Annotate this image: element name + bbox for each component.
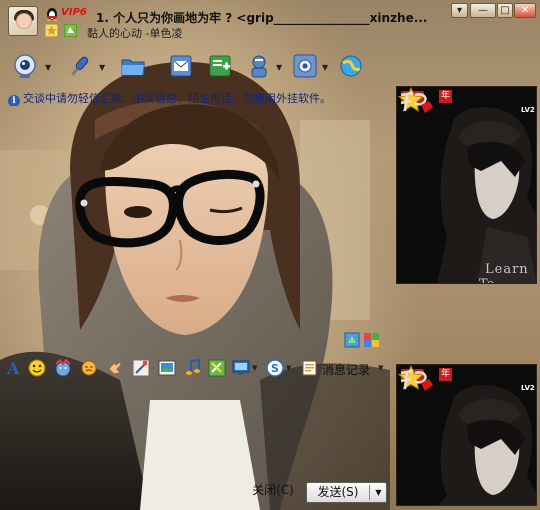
- chat-window: VIP6 1. 个人只为你画地为牢 ? <grip_______________…: [0, 0, 540, 510]
- hand-icon[interactable]: [106, 359, 124, 377]
- shake-icon[interactable]: [80, 359, 98, 377]
- brand-logo-icon: [400, 369, 433, 391]
- folder-icon[interactable]: [120, 53, 146, 79]
- soso-icon[interactable]: S: [266, 359, 284, 377]
- poster-text-to: To: [479, 277, 495, 283]
- year-badge: 年: [439, 90, 452, 103]
- history-dropdown-arrow[interactable]: ▼: [378, 364, 383, 372]
- send-options-dropdown[interactable]: ▼: [371, 483, 386, 502]
- mail-icon[interactable]: [168, 53, 194, 79]
- add-group-icon[interactable]: [207, 53, 233, 79]
- svg-text:S: S: [271, 362, 279, 375]
- notice-text: 交谈中请勿轻信汇款、中奖信息、陌生电话，勿使用外挂软件。: [23, 92, 331, 105]
- window-title: 1. 个人只为你画地为牢 ? <grip________________xinz…: [96, 11, 428, 25]
- window-menu-button[interactable]: ▾: [451, 3, 468, 18]
- qq-penguin-icon: [46, 8, 58, 21]
- svg-text:A: A: [6, 359, 20, 377]
- contact-avatar[interactable]: [8, 6, 38, 36]
- year-badge: 年: [439, 368, 452, 381]
- poster-text-learn: Learn: [485, 262, 529, 277]
- chat-toolbar: ▼ ▼ ▼ ▼: [0, 50, 390, 84]
- screen-dropdown-arrow[interactable]: ▼: [252, 364, 257, 372]
- maximize-button[interactable]: □: [497, 3, 513, 18]
- user-info-icon[interactable]: [246, 53, 272, 79]
- webcam-icon[interactable]: [12, 53, 38, 79]
- font-icon[interactable]: A: [6, 359, 24, 377]
- smiley-icon[interactable]: [28, 359, 46, 377]
- signature-icon: [64, 24, 77, 37]
- star-icon: [45, 24, 58, 37]
- security-notice: i 交谈中请勿轻信汇款、中奖信息、陌生电话，勿使用外挂软件。: [8, 90, 388, 106]
- video-dropdown-arrow[interactable]: ▼: [45, 63, 51, 72]
- send-button-label[interactable]: 发送(S): [307, 483, 369, 502]
- vip-badge: VIP6: [61, 7, 87, 18]
- history-icon[interactable]: [301, 359, 319, 377]
- apps-dropdown-arrow[interactable]: ▼: [322, 63, 328, 72]
- image-icon[interactable]: [158, 359, 176, 377]
- scissors-icon[interactable]: [132, 359, 150, 377]
- close-chat-button[interactable]: 关闭(C): [247, 480, 299, 500]
- remote-dropdown-arrow[interactable]: ▼: [276, 63, 282, 72]
- send-divider: [369, 485, 370, 500]
- minimize-button[interactable]: —: [470, 3, 496, 18]
- gear-icon[interactable]: [292, 53, 318, 79]
- contact-signature: 黏人的心动 -单色凌: [87, 27, 183, 40]
- music-icon[interactable]: [184, 359, 202, 377]
- level2-badge: LV2: [521, 384, 535, 392]
- title-bar: VIP6 1. 个人只为你画地为牢 ? <grip_______________…: [0, 0, 540, 44]
- scrawl-icon[interactable]: [208, 359, 226, 377]
- close-window-button[interactable]: ✕: [514, 3, 536, 18]
- info-icon: i: [8, 95, 20, 106]
- my-show-panel[interactable]: LV 1 年 LV2: [396, 364, 537, 506]
- microphone-icon[interactable]: [66, 53, 92, 79]
- soso-dropdown-arrow[interactable]: ▼: [286, 364, 291, 372]
- magic-face-icon[interactable]: [54, 359, 72, 377]
- send-button[interactable]: 发送(S) ▼: [306, 482, 387, 503]
- layout-switch-icons[interactable]: [344, 332, 382, 348]
- voice-dropdown-arrow[interactable]: ▼: [99, 63, 105, 72]
- screen-icon[interactable]: [232, 359, 250, 377]
- format-toolbar: A ▼ S ▼ 消息记录 ▼: [4, 358, 390, 380]
- globe-icon[interactable]: [338, 53, 364, 79]
- contact-show-panel[interactable]: LV 1 年 LV2 Learn To fly: [396, 86, 537, 284]
- brand-logo-icon: [400, 91, 433, 113]
- message-history-link[interactable]: 消息记录: [322, 361, 370, 378]
- level2-badge: LV2: [521, 106, 535, 114]
